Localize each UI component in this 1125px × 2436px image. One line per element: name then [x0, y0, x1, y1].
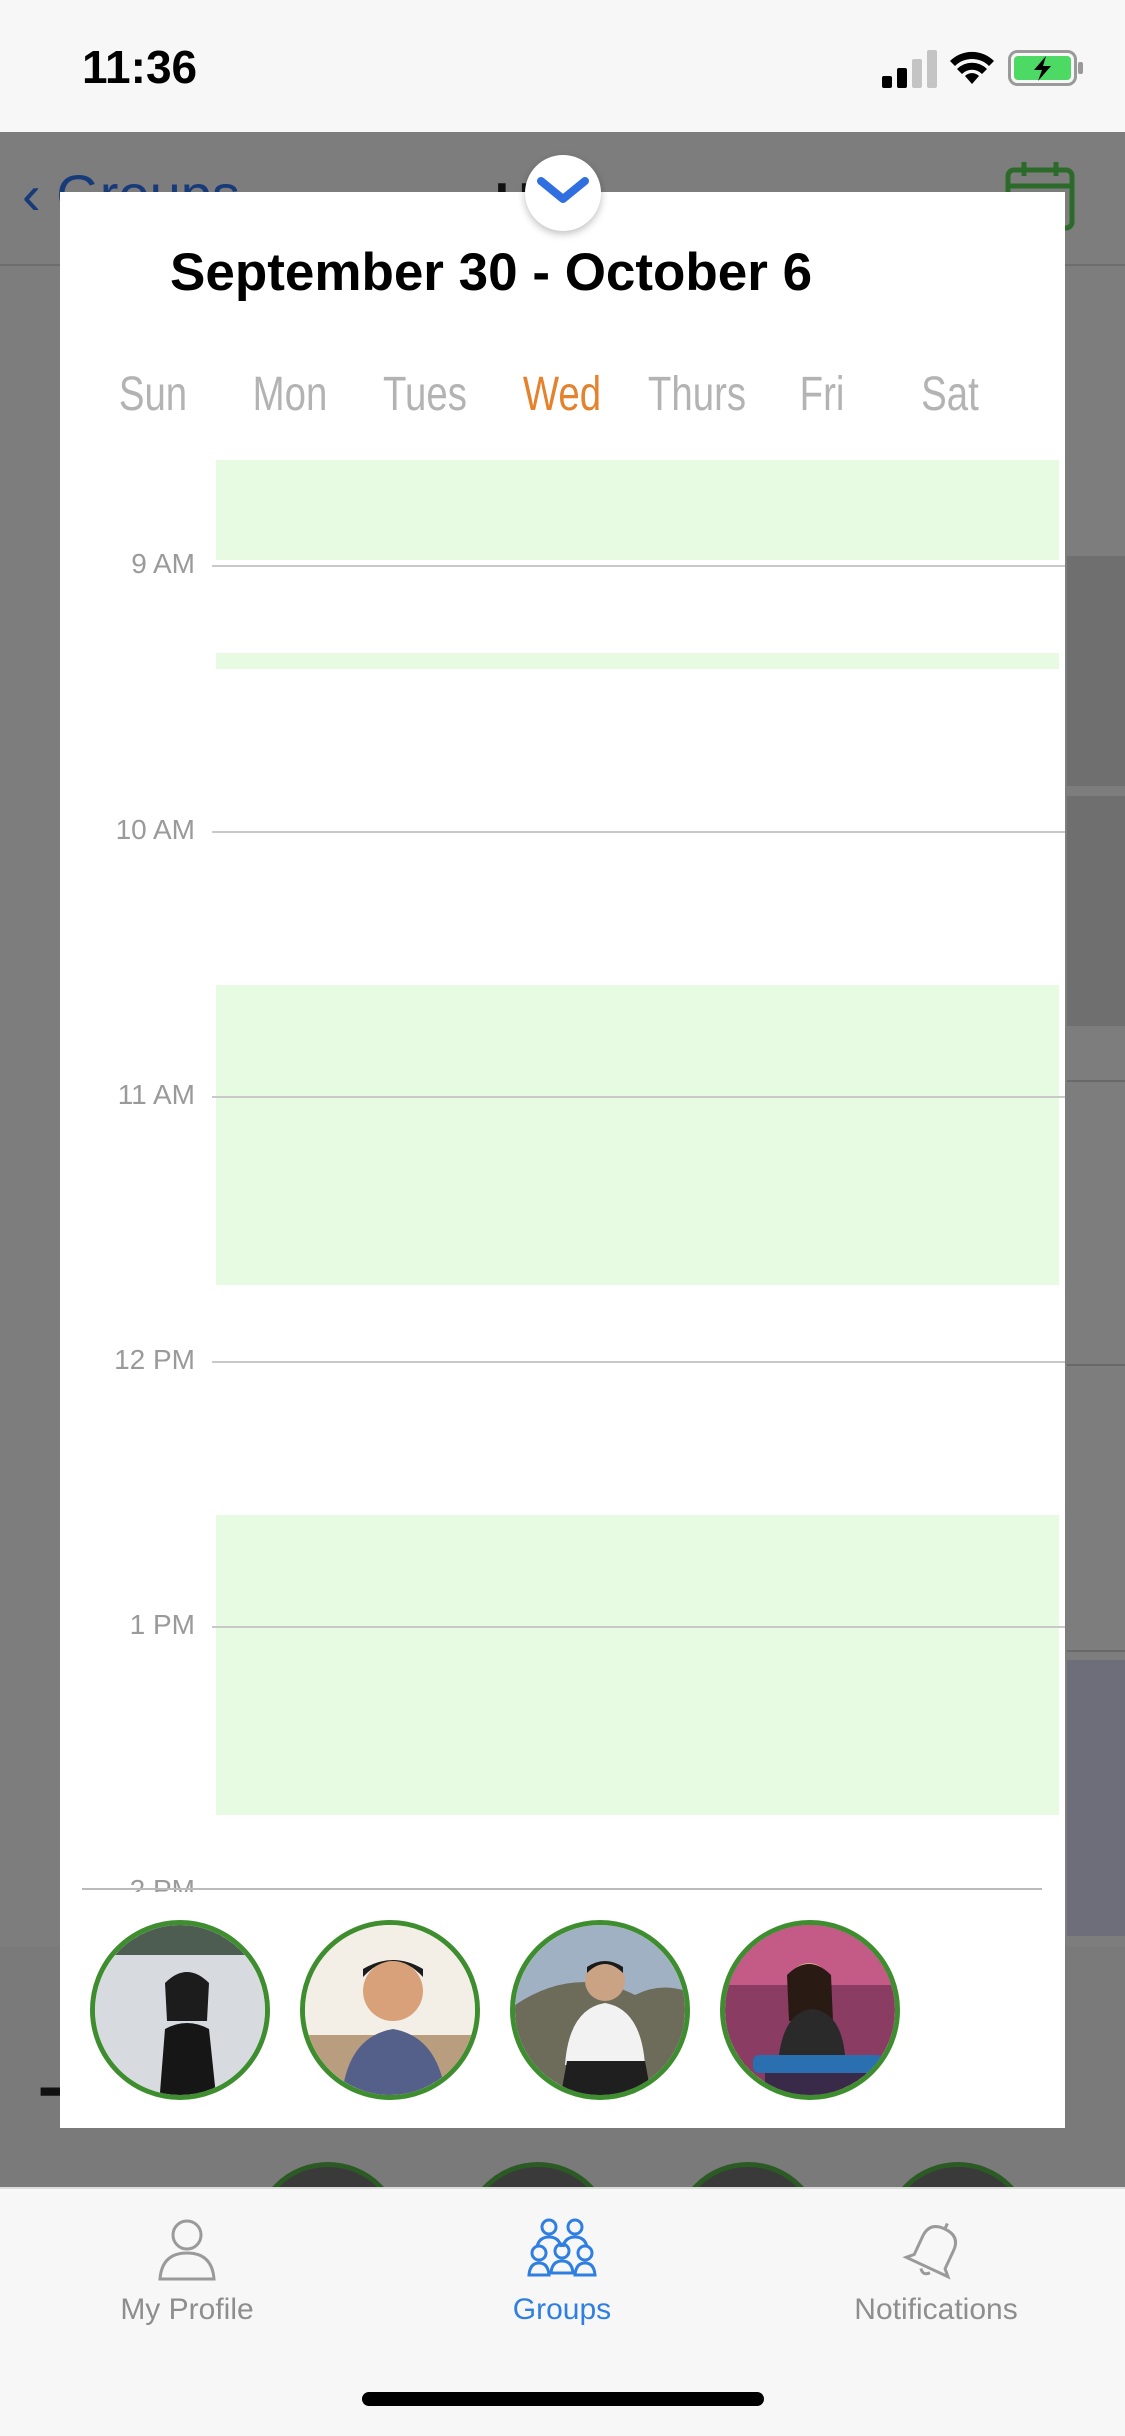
schedule-divider: [82, 1888, 1042, 1890]
chevron-left-icon: ‹: [22, 163, 41, 226]
bell-icon: [902, 2222, 958, 2280]
status-bar: 11:36: [0, 0, 1125, 132]
tab-wed[interactable]: Wed: [510, 362, 614, 462]
day-tabs: Sun Mon Tues Wed Thurs Fri Sat: [60, 362, 1065, 462]
bg-divider: [1067, 1650, 1125, 1652]
bg-divider: [1067, 1364, 1125, 1366]
tab-sun[interactable]: Sun: [117, 362, 189, 462]
hour-line: [212, 831, 1065, 833]
tab-label: Notifications: [854, 2293, 1018, 2326]
available-block: [216, 460, 1059, 560]
available-block: [216, 653, 1059, 669]
group-icon: [527, 2218, 597, 2277]
tab-fri[interactable]: Fri: [782, 362, 862, 462]
member-avatar[interactable]: [720, 1920, 900, 2100]
person-icon: [158, 2219, 216, 2281]
hour-label: 10 AM: [115, 814, 195, 845]
battery-charging-icon: [1008, 50, 1083, 86]
hour-line: [212, 1626, 1065, 1628]
tab-tues[interactable]: Tues: [373, 362, 477, 462]
week-range-title: September 30 - October 6: [170, 243, 813, 302]
chevron-down-icon: [537, 177, 589, 203]
tab-label: Groups: [512, 2293, 612, 2326]
tab-sat[interactable]: Sat: [910, 362, 990, 462]
member-avatar[interactable]: [300, 1920, 480, 2100]
member-avatar[interactable]: [90, 1920, 270, 2100]
available-block: [216, 1515, 1059, 1815]
tab-groups[interactable]: Groups: [412, 2189, 712, 2359]
status-time: 11:36: [82, 41, 198, 93]
bg-event-block: [1067, 796, 1125, 1026]
available-block: [216, 985, 1059, 1285]
availability-sheet: September 30 - October 6 Sun Mon Tues We…: [60, 192, 1065, 2128]
tab-thurs[interactable]: Thurs: [641, 362, 753, 462]
day-schedule[interactable]: 9 AM 10 AM 11 AM 12 PM 1 PM 2 PM: [60, 460, 1065, 1892]
member-avatar[interactable]: [510, 1920, 690, 2100]
bg-event-block: [1067, 1660, 1125, 1936]
cellular-signal-icon: [882, 50, 937, 88]
hour-line: [212, 1361, 1065, 1363]
tab-mon[interactable]: Mon: [250, 362, 330, 462]
tab-notifications[interactable]: Notifications: [786, 2189, 1086, 2359]
hour-label: 11 AM: [117, 1079, 195, 1110]
bg-divider: [1067, 1080, 1125, 1082]
tab-label: My Profile: [120, 2293, 254, 2326]
dismiss-button[interactable]: [525, 155, 601, 231]
hour-label: 9 AM: [131, 548, 195, 579]
hour-label: 12 PM: [114, 1344, 195, 1375]
hour-line: [212, 1096, 1065, 1098]
hour-label: 1 PM: [129, 1609, 195, 1640]
bg-event-block: [1067, 556, 1125, 786]
home-indicator[interactable]: [362, 2392, 764, 2406]
hour-line: [212, 565, 1065, 567]
wifi-icon: [950, 51, 994, 84]
tab-my-profile[interactable]: My Profile: [37, 2189, 337, 2359]
